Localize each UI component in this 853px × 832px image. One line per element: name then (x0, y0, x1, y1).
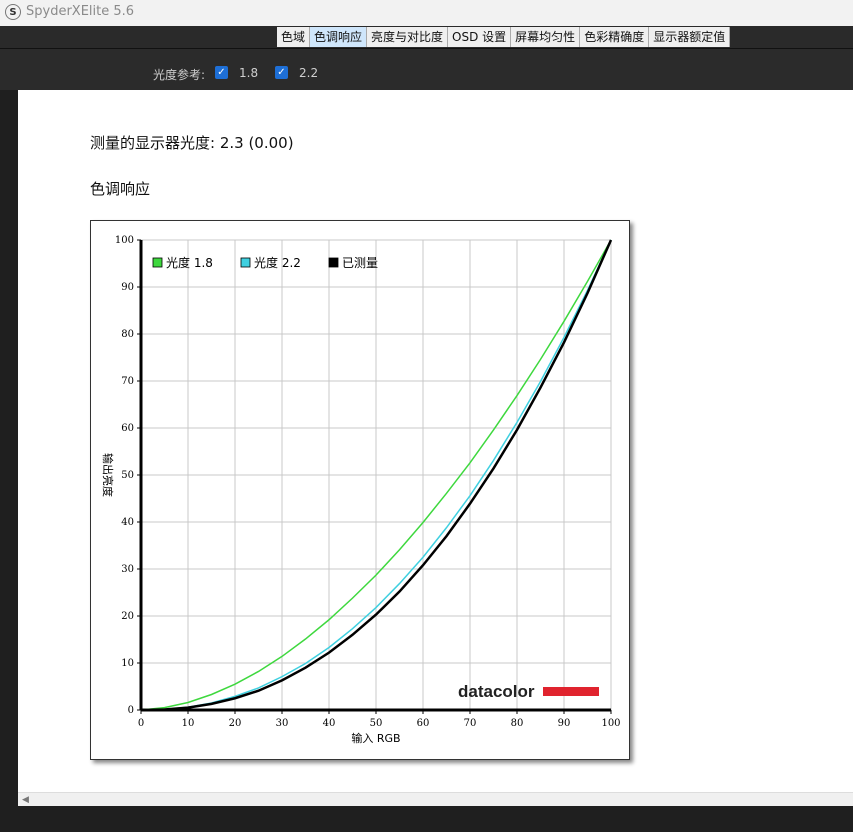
x-tick-label: 100 (601, 718, 620, 729)
tab-4[interactable]: 屏幕均匀性 (511, 27, 581, 47)
tab-bar: 色域 色调响应 亮度与对比度 OSD 设置 屏幕均匀性 色彩精确度 显示器额定值 (0, 26, 853, 49)
x-tick-label: 80 (511, 718, 524, 729)
tab-5[interactable]: 色彩精确度 (580, 27, 650, 47)
y-tick-label: 90 (121, 282, 134, 293)
x-tick-label: 40 (323, 718, 336, 729)
y-tick-label: 10 (121, 658, 134, 669)
y-tick-label: 80 (121, 329, 134, 340)
x-tick-label: 10 (182, 718, 195, 729)
gamma-1-8-checkbox[interactable]: ✓ (215, 66, 228, 79)
scroll-left-icon[interactable]: ◀ (22, 793, 29, 807)
x-tick-label: 20 (229, 718, 242, 729)
chart-svg: 0 10 20 30 40 50 60 70 80 90 100 0 10 20 30 40 50 60 70 80 9… (101, 235, 621, 745)
gamma-2-2-label: 2.2 (299, 66, 319, 80)
report-panel: 测量的显示器光度: 2.3 (0.00) 色调响应 0 10 20 30 40 50 60 7… (18, 90, 853, 792)
x-tick-label: 30 (276, 718, 289, 729)
tab-0[interactable]: 色域 (277, 27, 311, 47)
gamma-1-8-label: 1.8 (239, 66, 259, 80)
y-tick-label: 0 (128, 705, 134, 716)
x-axis-label: 输入 RGB (351, 731, 400, 745)
x-tick-label: 70 (464, 718, 477, 729)
app-title: SpyderXElite 5.6 (26, 4, 135, 19)
legend-swatch-1 (240, 257, 251, 268)
legend-swatch-0 (152, 257, 163, 268)
x-tick-label: 90 (558, 718, 571, 729)
measured-gamma-text: 测量的显示器光度: 2.3 (0.00) (90, 134, 294, 152)
x-tick-label: 0 (138, 718, 144, 729)
y-tick-label: 100 (115, 235, 134, 246)
legend-swatch-2 (328, 257, 339, 268)
legend-label-1: 光度 2.2 (254, 255, 301, 270)
x-tick-label: 60 (417, 718, 430, 729)
y-tick-label: 70 (121, 376, 134, 387)
section-title: 色调响应 (90, 180, 151, 198)
gamma-2-2-checkbox[interactable]: ✓ (275, 66, 288, 79)
tabs: 色域 色调响应 亮度与对比度 OSD 设置 屏幕均匀性 色彩精确度 显示器额定值 (277, 27, 731, 47)
gamma-reference-label: 光度参考: (153, 68, 206, 82)
tab-3[interactable]: OSD 设置 (448, 27, 512, 47)
tab-1[interactable]: 色调响应 (310, 27, 368, 47)
tone-response-chart: 0 10 20 30 40 50 60 70 80 90 100 0 10 20 30 40 50 60 70 80 9… (90, 220, 630, 760)
y-tick-label: 60 (121, 423, 134, 434)
title-bar: S SpyderXElite 5.6 (0, 0, 853, 26)
y-tick-label: 50 (121, 470, 134, 481)
horizontal-scrollbar[interactable]: ◀ (18, 792, 853, 807)
x-tick-label: 50 (370, 718, 383, 729)
y-axis-label: 输出亮度 (101, 453, 115, 497)
legend-label-2: 已测量 (342, 256, 378, 270)
options-bar: 光度参考: ✓ 1.8 ✓ 2.2 (0, 49, 853, 90)
y-tick-label: 20 (121, 611, 134, 622)
y-tick-label: 40 (121, 517, 134, 528)
tab-6[interactable]: 显示器额定值 (649, 27, 731, 47)
tab-2[interactable]: 亮度与对比度 (367, 27, 449, 47)
datacolor-logo-text: datacolor (458, 682, 535, 701)
y-tick-label: 30 (121, 564, 134, 575)
legend-label-0: 光度 1.8 (166, 255, 213, 270)
bottom-bar (0, 806, 853, 832)
app-logo-icon: S (5, 4, 21, 20)
datacolor-logo-bar (543, 687, 599, 696)
